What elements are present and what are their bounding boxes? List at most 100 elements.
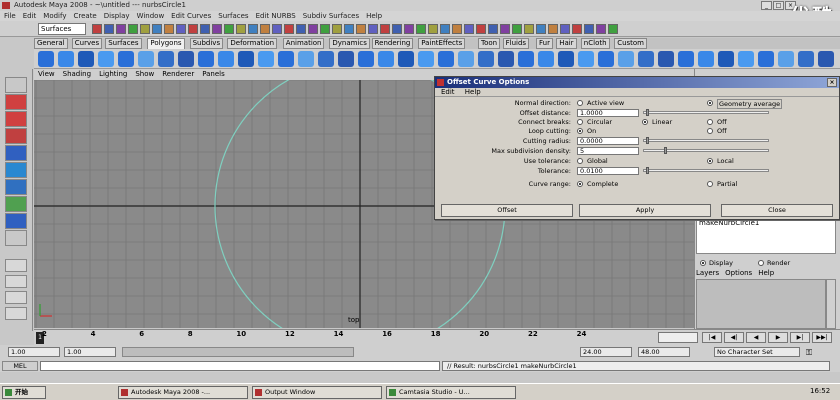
shelf-tab[interactable]: Curves	[71, 38, 103, 49]
shelf-tool-icon[interactable]	[318, 51, 334, 67]
playback-button-icon[interactable]: ▶▶|	[812, 332, 832, 343]
max-subdiv-slider[interactable]	[643, 147, 769, 154]
status-tool-icon[interactable]	[272, 24, 282, 34]
animation-start-field[interactable]: 1.00	[8, 347, 60, 357]
status-tool-icon[interactable]	[176, 24, 186, 34]
maximize-button[interactable]: □	[773, 1, 784, 10]
tolerance-local-radio[interactable]	[707, 158, 713, 164]
slider-thumb[interactable]	[664, 147, 667, 154]
cutting-radius-slider[interactable]	[643, 137, 769, 144]
shelf-tool-icon[interactable]	[38, 51, 54, 67]
status-tool-icon[interactable]	[188, 24, 198, 34]
shelf-tab[interactable]: Fur	[536, 38, 553, 49]
shelf-tool-icon[interactable]	[718, 51, 734, 67]
shelf-tool-icon[interactable]	[378, 51, 394, 67]
slider-thumb[interactable]	[646, 167, 649, 174]
status-tool-icon[interactable]	[128, 24, 138, 34]
shelf-tool-icon[interactable]	[558, 51, 574, 67]
status-tool-icon[interactable]	[572, 24, 582, 34]
shelf-tool-icon[interactable]	[578, 51, 594, 67]
status-tool-icon[interactable]	[512, 24, 522, 34]
toolbox-tool-icon[interactable]	[5, 145, 27, 161]
status-tool-icon[interactable]	[548, 24, 558, 34]
shelf-tab[interactable]: Custom	[614, 38, 648, 49]
tolerance-field[interactable]: 0.0100	[577, 167, 639, 175]
tolerance-slider[interactable]	[643, 167, 769, 174]
playback-button-icon[interactable]: |◀	[702, 332, 722, 343]
shelf-tool-icon[interactable]	[438, 51, 454, 67]
menu-item[interactable]: Surfaces	[218, 12, 248, 20]
playback-button-icon[interactable]: ◀	[746, 332, 766, 343]
shelf-tool-icon[interactable]	[738, 51, 754, 67]
shelf-tool-icon[interactable]	[618, 51, 634, 67]
range-slider[interactable]	[122, 347, 354, 357]
shelf-tool-icon[interactable]	[58, 51, 74, 67]
status-tool-icon[interactable]	[524, 24, 534, 34]
panel-menu-item[interactable]: View	[38, 70, 55, 78]
status-tool-icon[interactable]	[404, 24, 414, 34]
playback-end-field[interactable]: 24.00	[580, 347, 632, 357]
layout-preset-icon[interactable]	[5, 259, 27, 272]
taskbar-item-camtasia[interactable]: Camtasia Studio - U...	[386, 386, 516, 399]
layer-menu-item[interactable]: Options	[725, 269, 752, 277]
status-tool-icon[interactable]	[332, 24, 342, 34]
shelf-tool-icon[interactable]	[238, 51, 254, 67]
status-tool-icon[interactable]	[488, 24, 498, 34]
status-tool-icon[interactable]	[116, 24, 126, 34]
menu-item[interactable]: Modify	[43, 12, 66, 20]
dialog-menu-help[interactable]: Help	[465, 88, 481, 96]
layout-preset-icon[interactable]	[5, 291, 27, 304]
mel-label[interactable]: MEL	[2, 361, 38, 371]
playback-button-icon[interactable]: ▶|	[790, 332, 810, 343]
shelf-tab[interactable]: Fluids	[502, 38, 530, 49]
loop-off-radio[interactable]	[707, 128, 713, 134]
shelf-tool-icon[interactable]	[218, 51, 234, 67]
shelf-tool-icon[interactable]	[798, 51, 814, 67]
slider-thumb[interactable]	[646, 137, 649, 144]
panel-menu-item[interactable]: Show	[135, 70, 154, 78]
shelf-tab[interactable]: Deformation	[227, 38, 278, 49]
status-tool-icon[interactable]	[500, 24, 510, 34]
menu-item[interactable]: Edit NURBS	[256, 12, 296, 20]
shelf-tool-icon[interactable]	[518, 51, 534, 67]
shelf-tool-icon[interactable]	[418, 51, 434, 67]
shelf-tab[interactable]: Animation	[282, 38, 325, 49]
offset-button[interactable]: Offset	[441, 204, 573, 217]
offset-distance-field[interactable]: 1.0000	[577, 109, 639, 117]
shelf-tool-icon[interactable]	[698, 51, 714, 67]
shelf-tool-icon[interactable]	[158, 51, 174, 67]
mel-input[interactable]	[40, 361, 440, 371]
shelf-tab[interactable]: Toon	[478, 38, 501, 49]
status-tool-icon[interactable]	[464, 24, 474, 34]
taskbar-item-maya[interactable]: Autodesk Maya 2008 -...	[118, 386, 248, 399]
menu-item[interactable]: Window	[137, 12, 165, 20]
shelf-tool-icon[interactable]	[638, 51, 654, 67]
shelf-tool-icon[interactable]	[138, 51, 154, 67]
toolbox-tool-icon[interactable]	[5, 162, 27, 178]
menu-item[interactable]: File	[4, 12, 16, 20]
shelf-tool-icon[interactable]	[658, 51, 674, 67]
shelf-tool-icon[interactable]	[458, 51, 474, 67]
shelf-tool-icon[interactable]	[278, 51, 294, 67]
panel-menu-item[interactable]: Lighting	[99, 70, 127, 78]
status-tool-icon[interactable]	[392, 24, 402, 34]
layer-menu-item[interactable]: Layers	[696, 269, 719, 277]
menu-item[interactable]: Display	[104, 12, 130, 20]
toolbox-tool-icon[interactable]	[5, 111, 27, 127]
cutting-radius-field[interactable]: 0.0000	[577, 137, 639, 145]
toolbox-tool-icon[interactable]	[5, 179, 27, 195]
max-subdiv-field[interactable]: 5	[577, 147, 639, 155]
minimize-button[interactable]: _	[761, 1, 772, 10]
layout-preset-icon[interactable]	[5, 275, 27, 288]
normal-geometry-average-radio[interactable]	[707, 100, 713, 106]
menu-item[interactable]: Edit Curves	[171, 12, 211, 20]
menu-item[interactable]: Help	[366, 12, 382, 20]
playback-button-icon[interactable]: ▶	[768, 332, 788, 343]
playback-start-field[interactable]: 1.00	[64, 347, 116, 357]
toolbox-tool-icon[interactable]	[5, 230, 27, 246]
menu-item[interactable]: Edit	[23, 12, 37, 20]
shelf-tool-icon[interactable]	[498, 51, 514, 67]
dialog-menu-edit[interactable]: Edit	[441, 88, 455, 96]
status-tool-icon[interactable]	[152, 24, 162, 34]
status-tool-icon[interactable]	[368, 24, 378, 34]
